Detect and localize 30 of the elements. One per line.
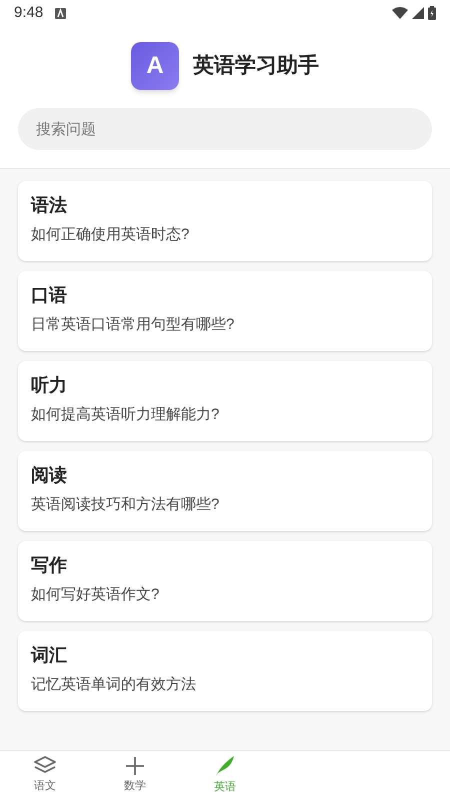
card-title: 听力 [31,374,68,397]
signal-icon [412,7,424,19]
card-title: 阅读 [31,464,68,487]
app-logo: A [131,42,179,90]
app-title: 英语学习助手 [193,53,319,80]
topic-card[interactable]: 写作 如何写好英语作文? [18,541,432,621]
card-question: 记忆英语单词的有效方法 [31,675,197,695]
topic-card[interactable]: 口语 日常英语口语常用句型有哪些? [18,271,432,351]
card-question: 如何正确使用英语时态? [31,225,190,245]
card-question: 如何提高英语听力理解能力? [31,405,220,425]
battery-icon [428,6,436,20]
topic-card[interactable]: 词汇 记忆英语单词的有效方法 [18,631,432,711]
card-title: 口语 [31,284,68,307]
card-title: 写作 [31,554,68,577]
plus-icon [125,756,145,776]
card-question: 如何写好英语作文? [31,585,160,605]
search-field[interactable]: 搜索问题 [18,108,432,150]
nav-tab[interactable]: 数学 [90,751,180,800]
wifi-icon [392,7,408,19]
feather-icon [215,755,235,778]
card-title: 词汇 [31,644,68,667]
notification-icon [55,8,66,18]
nav-tab[interactable]: 语文 [0,751,90,800]
topic-card[interactable]: 听力 如何提高英语听力理解能力? [18,361,432,441]
status-time: 9:48 [14,2,44,23]
topic-card[interactable]: 语法 如何正确使用英语时态? [18,181,432,261]
card-question: 日常英语口语常用句型有哪些? [31,315,236,335]
topic-card[interactable]: 阅读 英语阅读技巧和方法有哪些? [18,451,432,531]
card-question: 英语阅读技巧和方法有哪些? [31,495,220,515]
card-title: 语法 [31,194,68,217]
